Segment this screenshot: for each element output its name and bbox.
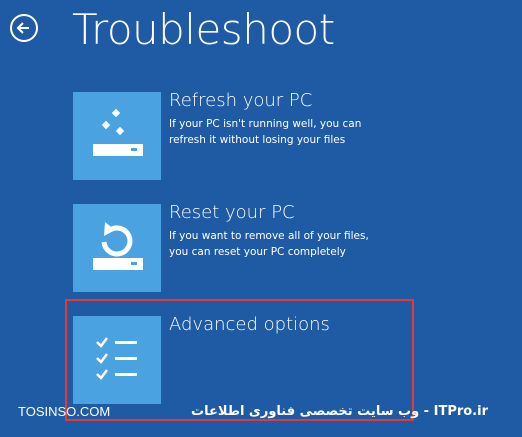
refresh-pc-tile [73, 92, 161, 180]
watermark-left: TOSINSO.COM [18, 404, 111, 419]
option-title: Reset your PC [169, 202, 295, 223]
refresh-pc-icon [93, 108, 143, 156]
option-description: If your PC isn't running well, you can r… [169, 118, 362, 146]
reset-pc-tile [73, 204, 161, 292]
reset-pc-icon [93, 222, 143, 270]
selection-highlight [65, 299, 414, 421]
option-refresh-pc[interactable]: Refresh your PC If your PC isn't running… [73, 90, 493, 182]
option-reset-pc[interactable]: Reset your PC If you want to remove all … [73, 202, 493, 294]
option-description: If you want to remove all of your files,… [169, 230, 369, 258]
watermark: TOSINSO.COM ITPro.ir - وب سایت تخصصی فنا… [18, 404, 488, 426]
option-title: Refresh your PC [169, 90, 313, 111]
back-button[interactable] [10, 14, 38, 42]
page-title: Troubleshoot [72, 5, 335, 54]
watermark-right: ITPro.ir - وب سایت تخصصی فناوری اطلاعات [191, 404, 488, 419]
back-arrow-icon [16, 22, 29, 34]
